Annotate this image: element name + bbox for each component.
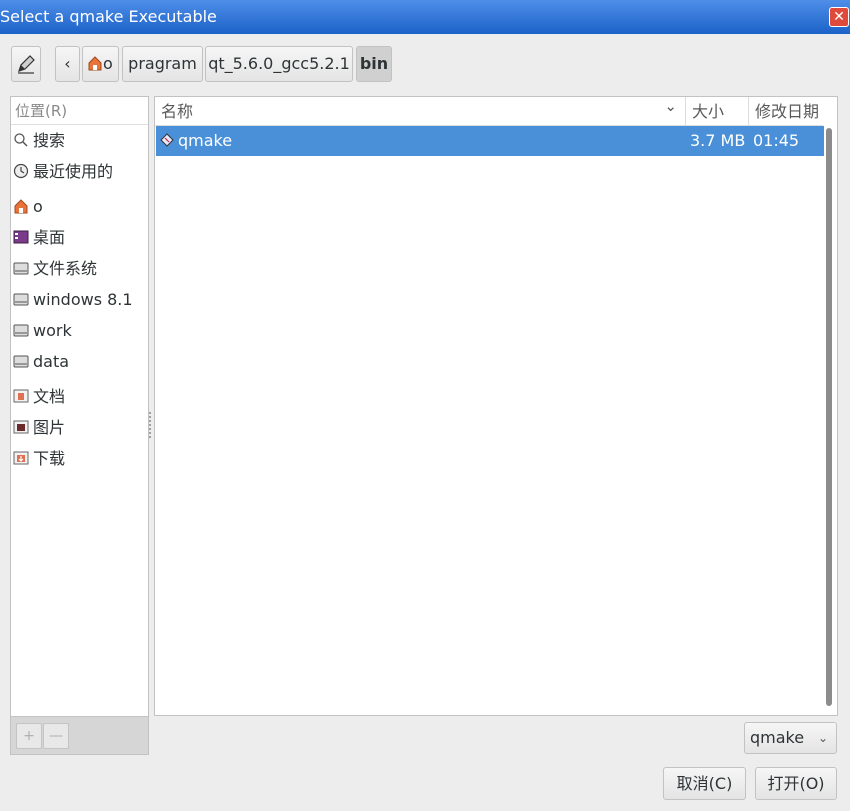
documents-icon: [13, 389, 29, 403]
file-name: qmake: [178, 131, 233, 150]
column-header-name[interactable]: 名称 ⌄: [155, 97, 686, 126]
sidebar-item-label: work: [33, 321, 72, 340]
sidebar-item-label: 图片: [33, 418, 66, 437]
breadcrumb-label: pragram: [128, 54, 197, 73]
sidebar-toolbar: + —: [10, 717, 149, 755]
sidebar-item-downloads[interactable]: 下载: [13, 446, 65, 472]
file-modified: 01:45: [753, 131, 800, 150]
home-icon: [14, 199, 28, 214]
column-modified-label: 修改日期: [755, 102, 820, 121]
sidebar-item-documents[interactable]: 文档: [13, 384, 65, 410]
chevron-left-icon: ‹: [64, 54, 71, 73]
close-button[interactable]: ✕: [829, 7, 849, 27]
sidebar-item-windows[interactable]: windows 8.1: [13, 287, 133, 313]
column-header-size[interactable]: 大小: [686, 97, 749, 126]
drive-icon: [13, 293, 29, 306]
column-size-label: 大小: [692, 102, 725, 121]
sidebar-item-filesystem[interactable]: 文件系统: [13, 256, 97, 282]
breadcrumb-label: bin: [359, 54, 389, 73]
add-bookmark-button[interactable]: +: [16, 723, 42, 749]
places-sidebar: 位置(R) 搜索 最近使用的 o 桌面 文件系统 windows 8.1 wor…: [10, 96, 149, 717]
path-back-button[interactable]: ‹: [55, 46, 80, 82]
plus-icon: +: [23, 728, 35, 744]
recent-icon: [13, 163, 29, 179]
sidebar-item-label: 桌面: [33, 228, 66, 247]
minus-icon: —: [49, 728, 63, 744]
downloads-icon: [13, 451, 29, 465]
breadcrumb-qt[interactable]: qt_5.6.0_gcc5.2.1: [205, 46, 353, 82]
column-name-label: 名称: [161, 102, 194, 121]
drive-icon: [13, 324, 29, 337]
sidebar-item-data[interactable]: data: [13, 349, 69, 375]
file-size: 3.7 MB: [690, 131, 746, 150]
sidebar-item-home[interactable]: o: [13, 194, 43, 220]
breadcrumb-pragram[interactable]: pragram: [122, 46, 203, 82]
sidebar-item-label: 最近使用的: [33, 162, 114, 181]
sidebar-item-work[interactable]: work: [13, 318, 72, 344]
sidebar-item-label: data: [33, 352, 70, 371]
breadcrumb-label: qt_5.6.0_gcc5.2.1: [208, 54, 350, 73]
chevron-down-icon: ⌄: [817, 731, 828, 745]
file-type-filter[interactable]: qmake ⌄: [744, 722, 837, 754]
cancel-button-label: 取消(C): [676, 774, 733, 793]
sidebar-item-label: 文件系统: [33, 259, 98, 278]
pictures-icon: [13, 420, 29, 434]
open-button[interactable]: 打开(O): [755, 767, 837, 800]
window-title: Select a qmake Executable: [0, 7, 217, 26]
sidebar-item-pictures[interactable]: 图片: [13, 415, 65, 441]
breadcrumb-home-label: o: [103, 54, 113, 73]
file-type-filter-value: qmake: [750, 728, 805, 747]
places-header: 位置(R): [11, 97, 148, 125]
file-list: 名称 ⌄ 大小 修改日期 qmake 3.7 MB 01:45: [154, 96, 838, 716]
pane-resize-handle[interactable]: [149, 412, 153, 438]
remove-bookmark-button[interactable]: —: [43, 723, 69, 749]
edit-location-button[interactable]: [11, 46, 41, 82]
desktop-icon: [13, 230, 29, 244]
sidebar-item-search[interactable]: 搜索: [13, 128, 65, 154]
vertical-scrollbar[interactable]: [826, 128, 832, 706]
breadcrumb-bin[interactable]: bin: [356, 46, 392, 82]
breadcrumb-home[interactable]: o: [82, 46, 119, 82]
file-row[interactable]: qmake 3.7 MB 01:45: [156, 126, 824, 156]
sort-chevron-icon: ⌄: [664, 97, 677, 115]
executable-icon: [160, 133, 174, 147]
home-icon: [88, 56, 102, 71]
column-header-modified[interactable]: 修改日期: [749, 97, 823, 126]
sidebar-item-recent[interactable]: 最近使用的: [13, 159, 113, 185]
sidebar-item-label: 下载: [33, 449, 66, 468]
sidebar-item-label: windows 8.1: [33, 290, 133, 309]
sidebar-item-label: 文档: [33, 387, 66, 406]
drive-icon: [13, 262, 29, 275]
sidebar-item-label: o: [33, 197, 43, 216]
open-button-label: 打开(O): [767, 774, 825, 793]
search-icon: [14, 133, 28, 147]
pencil-icon: [18, 55, 35, 74]
drive-icon: [13, 355, 29, 368]
close-icon: ✕: [833, 9, 845, 25]
title-bar: Select a qmake Executable ✕: [0, 0, 850, 34]
sidebar-item-label: 搜索: [33, 131, 66, 150]
sidebar-item-desktop[interactable]: 桌面: [13, 225, 65, 251]
cancel-button[interactable]: 取消(C): [663, 767, 746, 800]
